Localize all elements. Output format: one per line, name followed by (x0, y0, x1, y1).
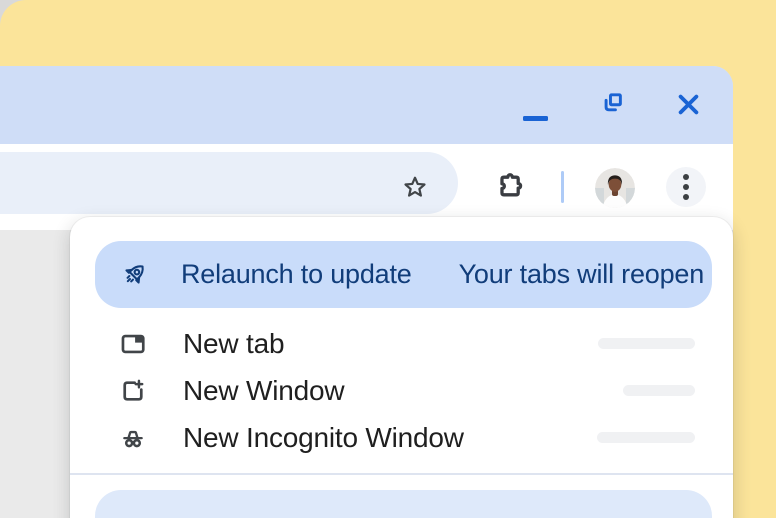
close-button[interactable] (675, 91, 702, 118)
browser-menu-dropdown: Relaunch to update Your tabs will reopen… (70, 217, 733, 518)
three-dot-menu-icon (683, 174, 689, 180)
close-icon (675, 91, 702, 118)
extensions-button[interactable] (494, 169, 527, 203)
extensions-puzzle-icon (494, 169, 527, 203)
menu-item-new-incognito-window[interactable]: New Incognito Window (70, 414, 733, 461)
menu-section-divider (70, 473, 733, 475)
shortcut-placeholder (598, 338, 695, 349)
shortcut-placeholder (623, 385, 695, 396)
tabs-reopen-sublabel: Your tabs will reopen (459, 259, 704, 290)
new-window-icon (119, 377, 147, 405)
minimize-icon (523, 116, 548, 121)
minimize-button[interactable] (523, 99, 548, 123)
avatar-photo (595, 168, 635, 208)
toolbar-divider (561, 171, 564, 203)
relaunch-label: Relaunch to update (181, 259, 412, 290)
new-tab-icon (119, 330, 147, 358)
address-bar[interactable] (0, 152, 458, 214)
screenshot-stage: Relaunch to update Your tabs will reopen… (0, 0, 776, 518)
profile-avatar[interactable] (595, 168, 635, 208)
shortcut-placeholder (597, 432, 695, 443)
incognito-icon (119, 424, 147, 452)
restore-button[interactable] (599, 90, 626, 117)
next-menu-section-placeholder (95, 490, 712, 518)
bookmark-button[interactable] (401, 174, 429, 202)
bookmark-star-icon (401, 174, 429, 202)
menu-item-new-window[interactable]: New Window (70, 367, 733, 414)
window-titlebar (0, 66, 733, 144)
browser-menu-button[interactable] (666, 167, 706, 207)
restore-icon (599, 90, 626, 117)
menu-item-new-tab[interactable]: New tab (70, 320, 733, 367)
relaunch-to-update-banner[interactable]: Relaunch to update Your tabs will reopen (95, 241, 712, 308)
rocket-launch-icon (120, 260, 149, 289)
menu-item-list: New tab New Window (70, 320, 733, 461)
